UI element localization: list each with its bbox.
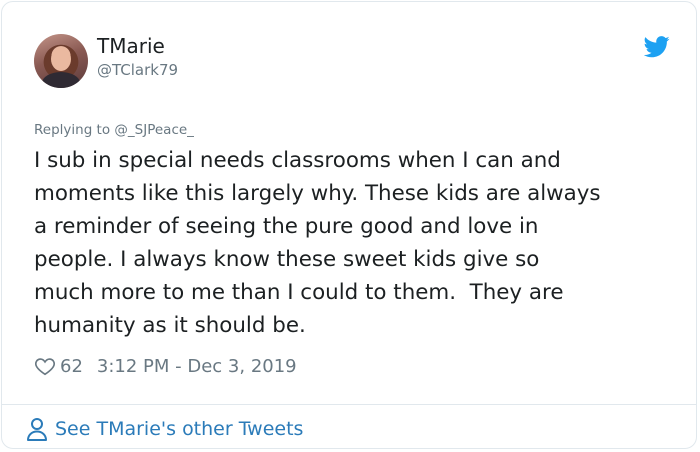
author-name[interactable]: TMarie: [97, 33, 165, 59]
author-handle[interactable]: @TClark79: [97, 60, 178, 80]
heart-icon[interactable]: [34, 355, 56, 377]
see-other-tweets-label[interactable]: See TMarie's other Tweets: [55, 416, 303, 442]
person-icon: [27, 418, 47, 441]
replying-to[interactable]: Replying to @_SJPeace_: [34, 121, 194, 139]
tweet-card: TMarie @TClark79 Replying to @_SJPeace_ …: [1, 1, 697, 449]
divider: [2, 404, 696, 405]
timestamp[interactable]: 3:12 PM - Dec 3, 2019: [97, 356, 297, 377]
tweet-text: I sub in special needs classrooms when I…: [34, 148, 601, 338]
tweet-meta: 62 3:12 PM - Dec 3, 2019: [34, 353, 297, 379]
twitter-bird-icon[interactable]: [644, 36, 670, 58]
like-count[interactable]: 62: [60, 356, 83, 377]
avatar[interactable]: [34, 34, 88, 88]
avatar-shoulders: [42, 72, 80, 88]
avatar-face: [51, 47, 71, 71]
see-other-tweets-link[interactable]: See TMarie's other Tweets: [26, 416, 303, 442]
